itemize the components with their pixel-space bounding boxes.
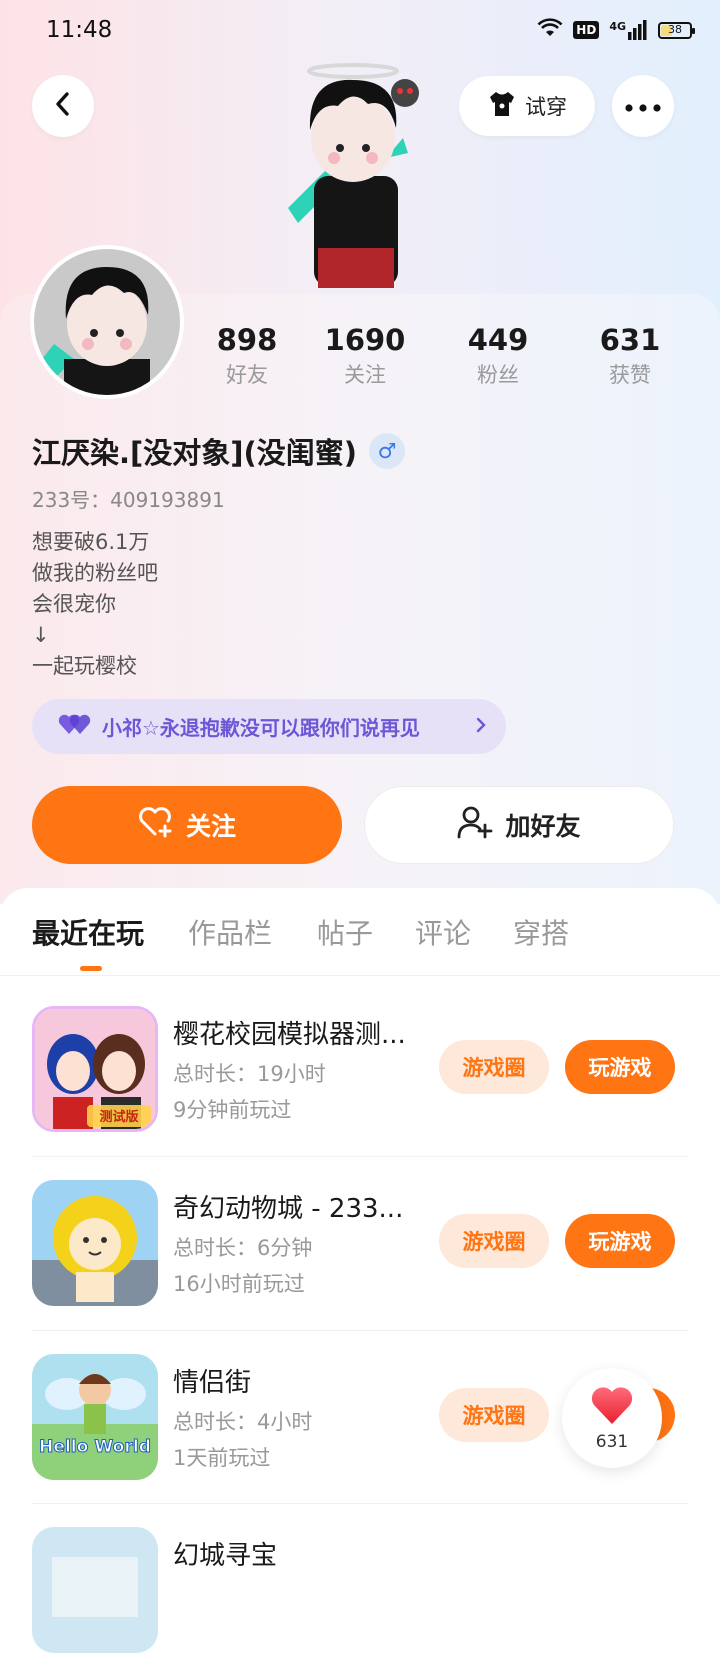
- tab-recent-play[interactable]: 最近在玩: [32, 912, 144, 952]
- status-time: 11:48: [46, 17, 113, 43]
- try-on-button[interactable]: 试穿: [459, 76, 595, 136]
- double-heart-icon: [58, 712, 92, 741]
- divider: [32, 1156, 688, 1157]
- stat-label: 粉丝: [477, 363, 519, 387]
- play-game-button[interactable]: 玩游戏: [565, 1040, 675, 1094]
- more-dots-icon: [625, 97, 661, 116]
- avatar-3d-figure: [268, 58, 438, 298]
- play-game-button[interactable]: 玩游戏: [565, 1214, 675, 1268]
- game-circle-button[interactable]: 游戏圈: [439, 1040, 549, 1094]
- game-duration: 总时长：4小时: [173, 1410, 313, 1434]
- divider: [32, 1503, 688, 1504]
- divider: [32, 1330, 688, 1331]
- status-bar: 11:48 HD 4G 38: [0, 0, 720, 62]
- stat-following[interactable]: 1690 关注: [300, 320, 430, 390]
- tab-posts[interactable]: 帖子: [317, 912, 373, 952]
- game-title: 情侣街: [173, 1368, 252, 1398]
- signal-icon: 4G: [609, 20, 648, 40]
- stat-value: 898: [216, 323, 278, 357]
- tab-outfits[interactable]: 穿搭: [513, 912, 569, 952]
- avatar[interactable]: [30, 245, 184, 399]
- game-row[interactable]: 奇幻动物城 - 233... 总时长：6分钟 16小时前玩过 游戏圈 玩游戏: [32, 1180, 688, 1320]
- more-options-button[interactable]: [612, 75, 674, 137]
- tab-indicator: [80, 966, 102, 971]
- heart-icon: [589, 1384, 635, 1430]
- bio: 想要破6.1万 做我的粉丝吧 会很宠你 ↓ 一起玩樱校: [32, 527, 158, 682]
- game-title: 奇幻动物城 - 233...: [173, 1194, 404, 1224]
- game-row[interactable]: 幻城寻宝: [32, 1527, 688, 1667]
- game-title: 幻城寻宝: [173, 1541, 278, 1571]
- like-count: 631: [595, 1432, 629, 1452]
- try-on-label: 试穿: [525, 95, 567, 119]
- like-button[interactable]: 631: [562, 1368, 662, 1468]
- stat-value: 449: [467, 323, 529, 357]
- network-type-label: 4G: [609, 20, 626, 33]
- game-thumbnail: Hello World: [32, 1354, 158, 1480]
- bio-line: 会很宠你: [32, 592, 116, 616]
- game-title: 樱花校园模拟器测...: [173, 1020, 406, 1050]
- game-last-played: 1天前玩过: [173, 1446, 271, 1470]
- memo-text: 小祁☆永退抱歉没可以跟你们说再见: [102, 716, 420, 740]
- tshirt-icon: [487, 90, 517, 123]
- heart-plus-icon: [138, 806, 174, 844]
- stat-value: 1690: [324, 323, 406, 357]
- back-button[interactable]: [32, 75, 94, 137]
- game-last-played: 16小时前玩过: [173, 1272, 305, 1296]
- add-friend-label: 加好友: [505, 812, 581, 841]
- user-id: 233号：409193891: [32, 488, 225, 512]
- game-duration: 总时长：6分钟: [173, 1236, 313, 1260]
- tab-works[interactable]: 作品栏: [188, 912, 272, 952]
- stat-value: 631: [599, 323, 661, 357]
- add-friend-button[interactable]: 加好友: [364, 786, 674, 864]
- thumbnail-text: Hello World: [39, 1437, 151, 1457]
- bio-line: 想要破6.1万: [32, 530, 150, 554]
- stat-likes[interactable]: 631 获赞: [565, 320, 695, 390]
- memo-chip[interactable]: 小祁☆永退抱歉没可以跟你们说再见: [32, 699, 506, 754]
- battery-level: 38: [668, 22, 682, 36]
- male-gender-icon: ♂: [369, 433, 406, 469]
- game-circle-button[interactable]: 游戏圈: [439, 1388, 549, 1442]
- stat-label: 好友: [226, 363, 268, 387]
- hd-icon: HD: [573, 21, 600, 39]
- thumbnail-text: 测试版: [99, 1109, 138, 1125]
- bio-line: ↓: [32, 623, 50, 647]
- stat-label: 获赞: [609, 363, 651, 387]
- follow-label: 关注: [185, 812, 236, 841]
- profile-tabs: 最近在玩 作品栏 帖子 评论 穿搭: [0, 888, 720, 976]
- bio-line: 一起玩樱校: [32, 654, 137, 678]
- game-thumbnail: [32, 1180, 158, 1306]
- nickname: 江厌染.[没对象](没闺蜜): [32, 436, 358, 470]
- stat-label: 关注: [344, 363, 386, 387]
- game-row[interactable]: 测试版 樱花校园模拟器测... 总时长：19小时 9分钟前玩过 游戏圈 玩游戏: [32, 1006, 688, 1146]
- tab-comments[interactable]: 评论: [415, 912, 471, 952]
- chevron-right-icon: [474, 715, 488, 739]
- chevron-left-icon: [52, 90, 74, 122]
- stat-fans[interactable]: 449 粉丝: [433, 320, 563, 390]
- game-thumbnail: [32, 1527, 158, 1653]
- wifi-icon: [537, 18, 563, 42]
- nickname-row: 江厌染.[没对象](没闺蜜) ♂: [32, 430, 406, 472]
- status-icons: HD 4G 38: [537, 18, 695, 42]
- bio-line: 做我的粉丝吧: [32, 561, 158, 585]
- follow-button[interactable]: 关注: [32, 786, 342, 864]
- add-user-icon: [457, 805, 493, 845]
- game-duration: 总时长：19小时: [173, 1062, 326, 1086]
- stat-friends[interactable]: 898 好友: [182, 320, 312, 390]
- battery-icon: 38: [658, 21, 695, 39]
- profile-stats: 898 好友 1690 关注 449 粉丝 631 获赞: [180, 320, 700, 400]
- game-thumbnail: 测试版: [32, 1006, 158, 1132]
- game-last-played: 9分钟前玩过: [173, 1098, 292, 1122]
- game-circle-button[interactable]: 游戏圈: [439, 1214, 549, 1268]
